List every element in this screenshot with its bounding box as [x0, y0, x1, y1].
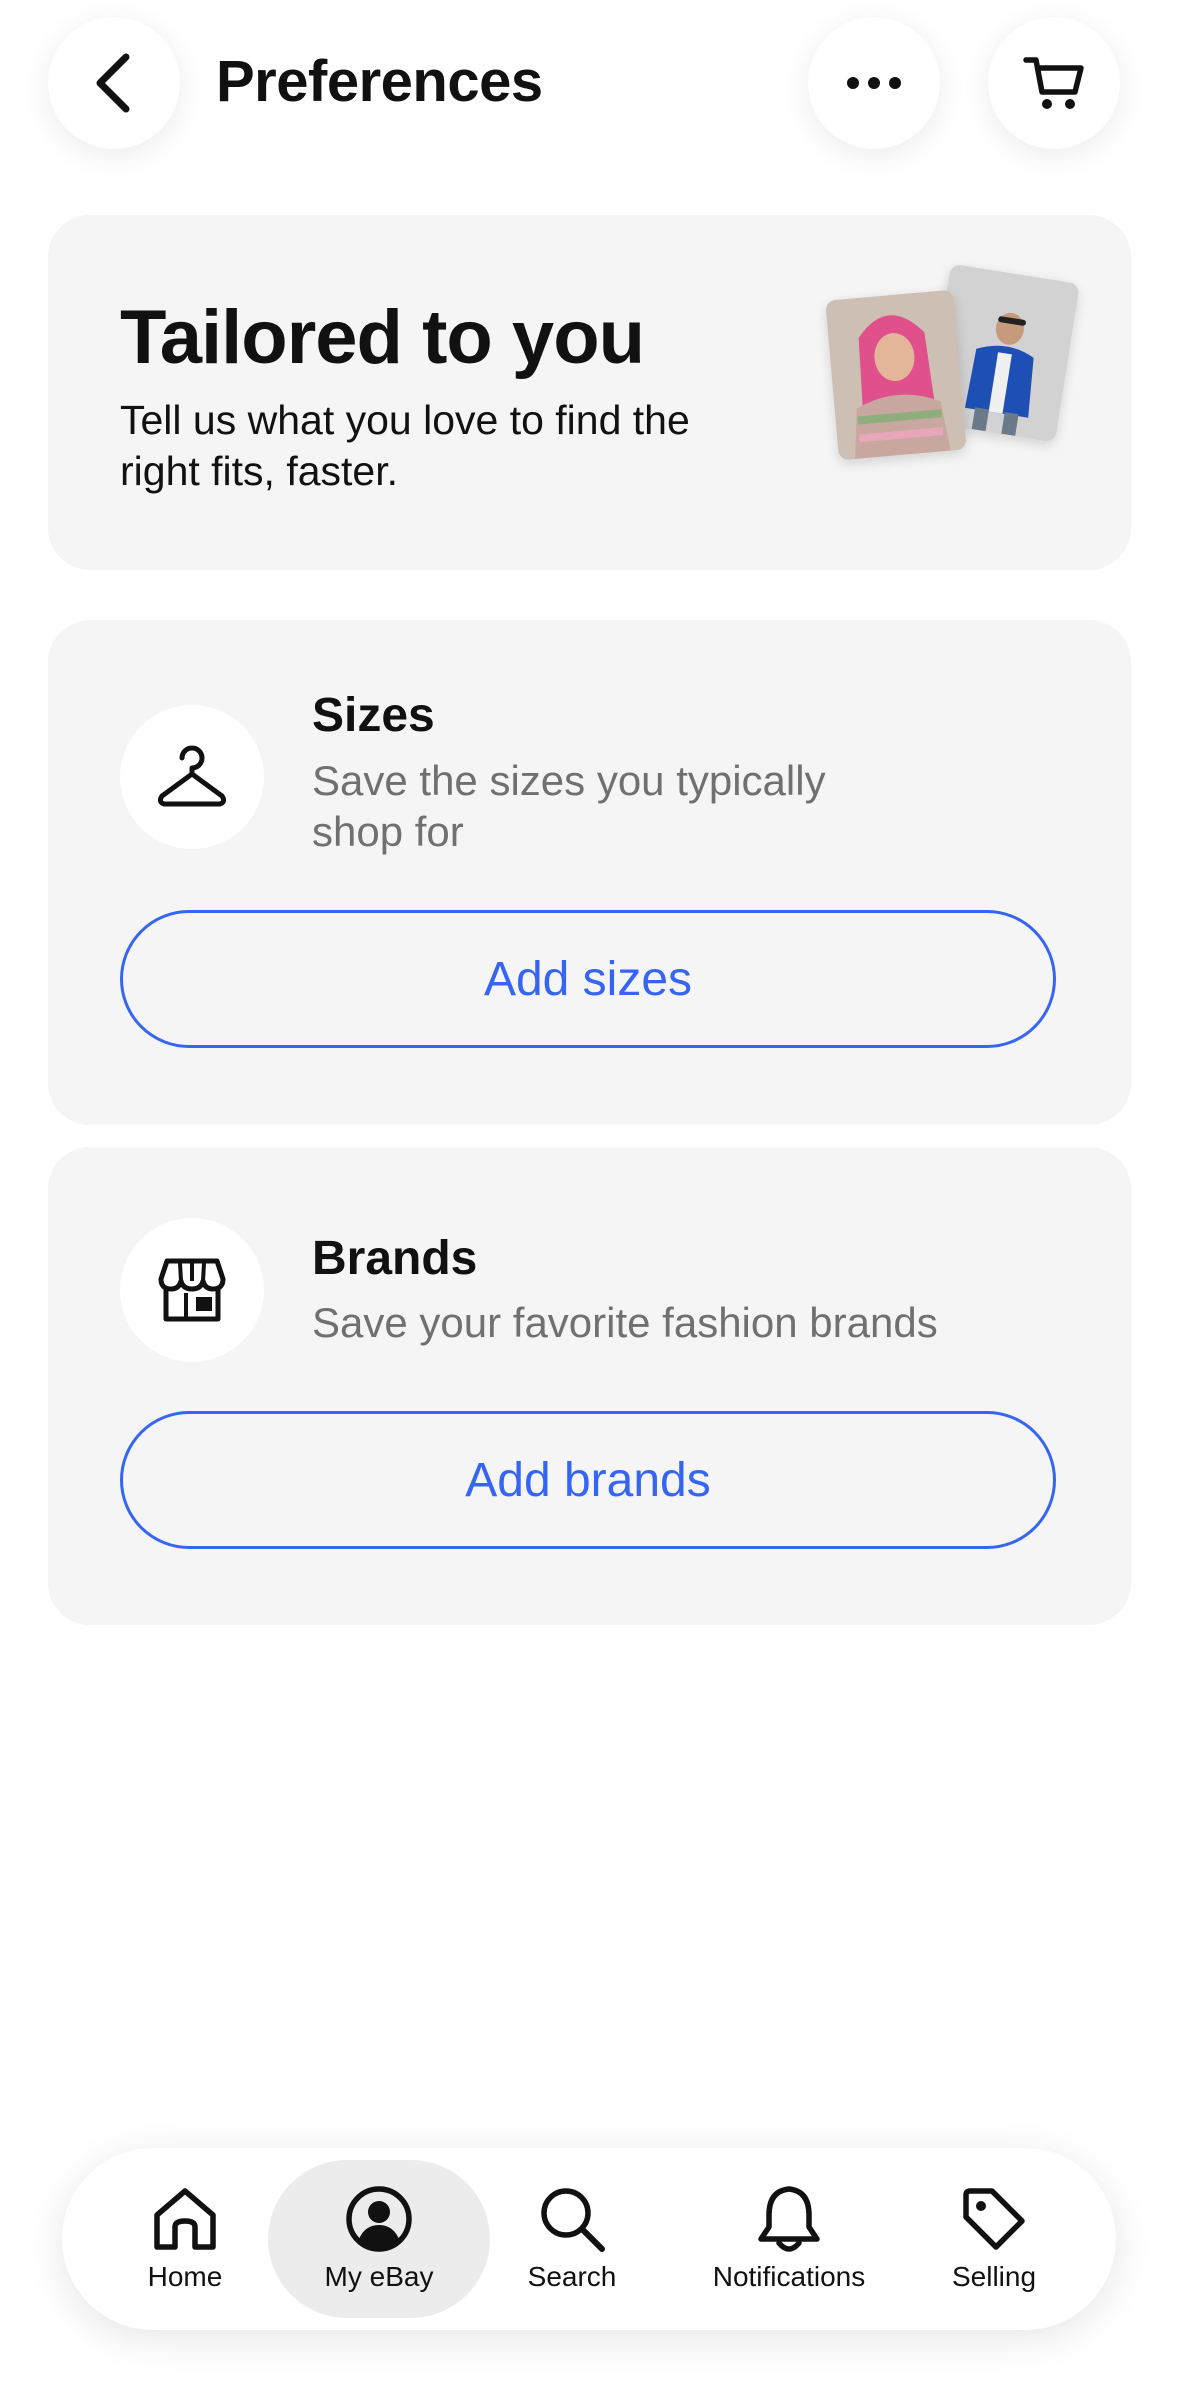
sizes-icon-circle — [120, 705, 264, 849]
nav-item-my-ebay[interactable]: My eBay — [290, 2148, 468, 2330]
hero-description: Tell us what you love to find the right … — [120, 397, 690, 494]
more-options-button[interactable] — [808, 17, 940, 149]
account-icon — [346, 2186, 412, 2252]
add-sizes-button[interactable]: Add sizes — [120, 910, 1056, 1048]
brands-icon-circle — [120, 1218, 264, 1362]
cart-icon — [1023, 57, 1084, 109]
brands-card: Brands Save your favorite fashion brands… — [48, 1147, 1131, 1625]
nav-label-selling: Selling — [951, 2261, 1037, 2292]
nav-item-selling[interactable]: Selling — [926, 2148, 1062, 2330]
nav-label-search: Search — [527, 2261, 617, 2292]
nav-item-notifications[interactable]: Notifications — [686, 2148, 892, 2330]
tag-icon — [963, 2188, 1025, 2250]
bottom-nav: Home My eBay Search Notifications Sellin… — [62, 2148, 1116, 2330]
nav-label-home: Home — [147, 2261, 223, 2292]
brands-title: Brands — [312, 1232, 478, 1285]
sizes-description: Save the sizes you typically shop for — [312, 757, 826, 855]
sizes-card: Sizes Save the sizes you typically shop … — [48, 620, 1131, 1125]
nav-label-notifications: Notifications — [712, 2261, 866, 2292]
more-horizontal-icon — [847, 77, 901, 89]
nav-item-home[interactable]: Home — [120, 2148, 250, 2330]
fashion-photo-front — [825, 289, 967, 461]
bell-icon — [758, 2186, 820, 2252]
add-brands-button[interactable]: Add brands — [120, 1411, 1056, 1549]
brands-description: Save your favorite fashion brands — [312, 1299, 938, 1346]
search-icon — [541, 2188, 605, 2252]
storefront-icon — [158, 1258, 226, 1322]
sizes-title: Sizes — [312, 689, 435, 742]
cart-button[interactable] — [988, 17, 1120, 149]
nav-label-my-ebay: My eBay — [324, 2261, 434, 2292]
back-button[interactable] — [48, 17, 180, 149]
nav-item-search[interactable]: Search — [502, 2148, 642, 2330]
hero-card: Tailored to you Tell us what you love to… — [48, 215, 1131, 570]
hanger-icon — [157, 745, 227, 807]
page-title: Preferences — [216, 49, 543, 114]
chevron-left-icon — [96, 53, 130, 113]
home-icon — [154, 2188, 216, 2250]
hero-title: Tailored to you — [120, 295, 645, 380]
